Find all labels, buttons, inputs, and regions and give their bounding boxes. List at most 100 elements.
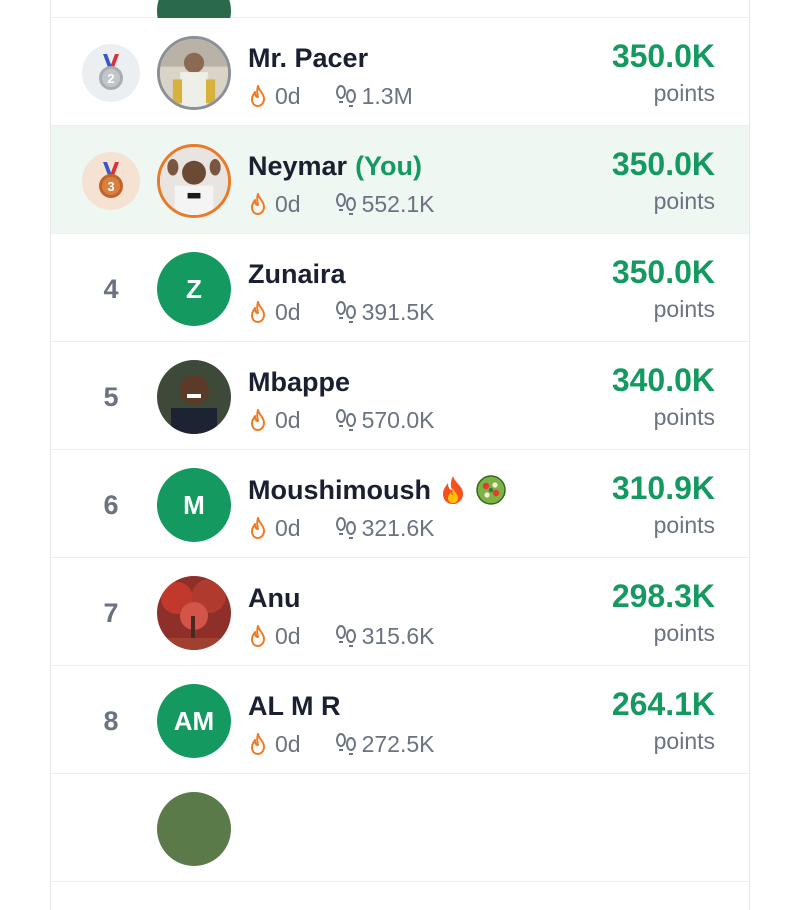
rank-badge: 8 (81, 691, 141, 751)
streak-value: 0d (275, 406, 301, 433)
rank-badge: 7 (81, 583, 141, 643)
user-name-text: Moushimoush (248, 474, 431, 505)
points-value: 350.0K (611, 38, 715, 74)
points-value: 310.9K (611, 470, 715, 506)
steps-value: 1.3M (361, 82, 413, 109)
footprints-icon (335, 193, 356, 215)
user-stats: 0d 570.0K (248, 404, 435, 436)
footprints-icon (335, 85, 356, 107)
leaderboard-row-current-user[interactable]: 3 Neymar (You) 0d 552.1K 350.0K points (51, 126, 749, 234)
steps-value: 321.6K (361, 514, 435, 541)
steps-value: 272.5K (361, 730, 435, 757)
user-name: Zunaira (248, 256, 346, 292)
user-name-text: Anu (248, 582, 301, 613)
salad-emoji-icon (476, 475, 506, 505)
user-name-text: Mbappe (248, 366, 351, 397)
svg-text:3: 3 (107, 179, 114, 194)
rank-badge: 3 (81, 151, 141, 211)
svg-text:2: 2 (107, 71, 114, 86)
footprints-icon (335, 517, 356, 539)
user-stats: 0d 321.6K (248, 512, 435, 544)
footprints-icon (335, 625, 356, 647)
flame-icon (251, 409, 265, 431)
user-name: Anu (248, 580, 300, 616)
user-name: AL M R (248, 688, 341, 724)
points-value: 350.0K (611, 146, 715, 182)
streak-value: 0d (275, 622, 301, 649)
user-stats: 0d 1.3M (248, 80, 413, 112)
leaderboard-row[interactable] (51, 774, 749, 882)
steps-value: 315.6K (361, 622, 435, 649)
rank-number: 6 (103, 489, 119, 520)
user-name-text: AL M R (248, 690, 341, 721)
points-value: 350.0K (611, 254, 715, 290)
points-value: 264.1K (611, 686, 715, 722)
streak-value: 0d (275, 82, 301, 109)
user-name-text: Neymar (248, 150, 348, 181)
streak-value: 0d (275, 190, 301, 217)
bronze-medal-icon: 3 (82, 152, 140, 210)
footprints-icon (335, 733, 356, 755)
streak-value: 0d (275, 730, 301, 757)
flame-icon (251, 193, 265, 215)
avatar (157, 36, 231, 110)
leaderboard-row[interactable]: 4 Z Zunaira 0d 391.5K 350.0K points (51, 234, 749, 342)
flame-icon (251, 733, 265, 755)
avatar-initials: M (157, 468, 231, 542)
user-name-text: Zunaira (248, 258, 346, 289)
user-stats: 0d 315.6K (248, 620, 435, 652)
flame-icon (251, 517, 265, 539)
rank-number: 5 (103, 381, 119, 412)
leaderboard-row[interactable]: 7 Anu 0d 315.6K 298.3K points (51, 558, 749, 666)
flame-icon (251, 301, 265, 323)
avatar (157, 792, 231, 866)
avatar (157, 360, 231, 434)
you-tag: (You) (355, 150, 423, 181)
leaderboard-row[interactable]: 2 Mr. Pacer 0d 1.3M 350.0K points (51, 18, 749, 126)
silver-medal-icon: 2 (82, 44, 140, 102)
user-name: Mr. Pacer (248, 40, 368, 76)
flame-icon (251, 85, 265, 107)
points-label: points (653, 728, 715, 754)
user-stats: 0d 391.5K (248, 296, 435, 328)
points-label: points (653, 404, 715, 430)
leaderboard-row[interactable] (51, 0, 749, 48)
avatar (157, 576, 231, 650)
user-name: Neymar (You) (248, 148, 422, 184)
points-value: 340.0K (611, 362, 715, 398)
user-stats: 0d 552.1K (248, 188, 435, 220)
avatar (157, 144, 231, 218)
footprints-icon (335, 301, 356, 323)
leaderboard-row[interactable]: 8 AM AL M R 0d 272.5K 264.1K points (51, 666, 749, 774)
avatar-initials: Z (157, 252, 231, 326)
points-label: points (653, 512, 715, 538)
steps-value: 570.0K (361, 406, 435, 433)
avatar-initials: AM (157, 684, 231, 758)
streak-value: 0d (275, 514, 301, 541)
points-label: points (653, 80, 715, 106)
points-label: points (653, 296, 715, 322)
rank-badge: 2 (81, 43, 141, 103)
steps-value: 391.5K (361, 298, 435, 325)
footprints-icon (335, 409, 356, 431)
user-name: Moushimoush (248, 472, 507, 508)
points-label: points (653, 620, 715, 646)
user-name: Mbappe (248, 364, 350, 400)
leaderboard-row[interactable]: 6 M Moushimoush 0d 321.6K 310.9K points (51, 450, 749, 558)
rank-number: 7 (103, 597, 119, 628)
rank-badge: 6 (81, 475, 141, 535)
points-label: points (653, 188, 715, 214)
rank-badge: 4 (81, 259, 141, 319)
fire-emoji-icon (443, 476, 463, 504)
rank-number: 8 (103, 705, 119, 736)
points-value: 298.3K (611, 578, 715, 614)
rank-badge: 5 (81, 367, 141, 427)
leaderboard-list: 2 Mr. Pacer 0d 1.3M 350.0K points 3 Neym… (50, 0, 750, 910)
streak-value: 0d (275, 298, 301, 325)
user-name-text: Mr. Pacer (248, 42, 369, 73)
rank-number: 4 (103, 273, 119, 304)
steps-value: 552.1K (361, 190, 435, 217)
leaderboard-row[interactable]: 5 Mbappe 0d 570.0K 340.0K points (51, 342, 749, 450)
flame-icon (251, 625, 265, 647)
user-stats: 0d 272.5K (248, 728, 435, 760)
